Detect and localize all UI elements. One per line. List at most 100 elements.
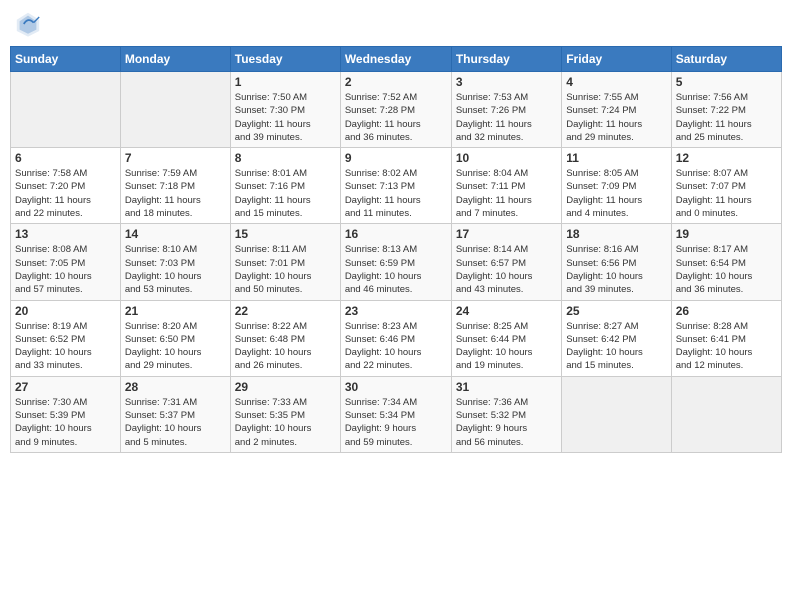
- calendar-cell: [120, 72, 230, 148]
- day-number: 23: [345, 304, 447, 318]
- day-detail: Sunrise: 7:59 AM Sunset: 7:18 PM Dayligh…: [125, 167, 226, 220]
- calendar-cell: 22 Sunrise: 8:22 AM Sunset: 6:48 PM Dayli…: [230, 300, 340, 376]
- day-detail: Sunrise: 8:25 AM Sunset: 6:44 PM Dayligh…: [456, 320, 557, 373]
- week-row-2: 6 Sunrise: 7:58 AM Sunset: 7:20 PM Daylig…: [11, 148, 782, 224]
- day-number: 31: [456, 380, 557, 394]
- calendar-cell: 27 Sunrise: 7:30 AM Sunset: 5:39 PM Dayli…: [11, 376, 121, 452]
- weekday-header-row: SundayMondayTuesdayWednesdayThursdayFrid…: [11, 47, 782, 72]
- day-detail: Sunrise: 8:10 AM Sunset: 7:03 PM Dayligh…: [125, 243, 226, 296]
- calendar-table: SundayMondayTuesdayWednesdayThursdayFrid…: [10, 46, 782, 453]
- day-number: 4: [566, 75, 666, 89]
- day-detail: Sunrise: 8:08 AM Sunset: 7:05 PM Dayligh…: [15, 243, 116, 296]
- day-number: 10: [456, 151, 557, 165]
- day-number: 11: [566, 151, 666, 165]
- calendar-cell: [671, 376, 781, 452]
- day-number: 3: [456, 75, 557, 89]
- day-detail: Sunrise: 7:52 AM Sunset: 7:28 PM Dayligh…: [345, 91, 447, 144]
- calendar-cell: 1 Sunrise: 7:50 AM Sunset: 7:30 PM Daylig…: [230, 72, 340, 148]
- day-number: 14: [125, 227, 226, 241]
- day-detail: Sunrise: 8:07 AM Sunset: 7:07 PM Dayligh…: [676, 167, 777, 220]
- day-detail: Sunrise: 8:05 AM Sunset: 7:09 PM Dayligh…: [566, 167, 666, 220]
- calendar-cell: 18 Sunrise: 8:16 AM Sunset: 6:56 PM Dayli…: [562, 224, 671, 300]
- day-detail: Sunrise: 7:34 AM Sunset: 5:34 PM Dayligh…: [345, 396, 447, 449]
- day-detail: Sunrise: 7:30 AM Sunset: 5:39 PM Dayligh…: [15, 396, 116, 449]
- calendar-cell: 11 Sunrise: 8:05 AM Sunset: 7:09 PM Dayli…: [562, 148, 671, 224]
- day-number: 22: [235, 304, 336, 318]
- day-detail: Sunrise: 7:53 AM Sunset: 7:26 PM Dayligh…: [456, 91, 557, 144]
- day-number: 28: [125, 380, 226, 394]
- day-detail: Sunrise: 8:02 AM Sunset: 7:13 PM Dayligh…: [345, 167, 447, 220]
- calendar-cell: 12 Sunrise: 8:07 AM Sunset: 7:07 PM Dayli…: [671, 148, 781, 224]
- day-number: 7: [125, 151, 226, 165]
- calendar-cell: 5 Sunrise: 7:56 AM Sunset: 7:22 PM Daylig…: [671, 72, 781, 148]
- day-number: 18: [566, 227, 666, 241]
- day-number: 25: [566, 304, 666, 318]
- calendar-cell: 31 Sunrise: 7:36 AM Sunset: 5:32 PM Dayli…: [451, 376, 561, 452]
- day-number: 15: [235, 227, 336, 241]
- day-detail: Sunrise: 8:20 AM Sunset: 6:50 PM Dayligh…: [125, 320, 226, 373]
- day-detail: Sunrise: 7:58 AM Sunset: 7:20 PM Dayligh…: [15, 167, 116, 220]
- day-number: 8: [235, 151, 336, 165]
- calendar-cell: 2 Sunrise: 7:52 AM Sunset: 7:28 PM Daylig…: [340, 72, 451, 148]
- day-detail: Sunrise: 8:04 AM Sunset: 7:11 PM Dayligh…: [456, 167, 557, 220]
- weekday-header-monday: Monday: [120, 47, 230, 72]
- day-number: 27: [15, 380, 116, 394]
- weekday-header-thursday: Thursday: [451, 47, 561, 72]
- day-number: 29: [235, 380, 336, 394]
- logo-icon: [14, 10, 42, 38]
- calendar-cell: 10 Sunrise: 8:04 AM Sunset: 7:11 PM Dayli…: [451, 148, 561, 224]
- day-detail: Sunrise: 8:19 AM Sunset: 6:52 PM Dayligh…: [15, 320, 116, 373]
- calendar-cell: [11, 72, 121, 148]
- day-number: 17: [456, 227, 557, 241]
- day-number: 21: [125, 304, 226, 318]
- calendar-cell: 17 Sunrise: 8:14 AM Sunset: 6:57 PM Dayli…: [451, 224, 561, 300]
- day-detail: Sunrise: 7:55 AM Sunset: 7:24 PM Dayligh…: [566, 91, 666, 144]
- weekday-header-friday: Friday: [562, 47, 671, 72]
- calendar-cell: 7 Sunrise: 7:59 AM Sunset: 7:18 PM Daylig…: [120, 148, 230, 224]
- calendar-cell: 14 Sunrise: 8:10 AM Sunset: 7:03 PM Dayli…: [120, 224, 230, 300]
- week-row-5: 27 Sunrise: 7:30 AM Sunset: 5:39 PM Dayli…: [11, 376, 782, 452]
- day-number: 19: [676, 227, 777, 241]
- calendar-cell: 8 Sunrise: 8:01 AM Sunset: 7:16 PM Daylig…: [230, 148, 340, 224]
- calendar-cell: 23 Sunrise: 8:23 AM Sunset: 6:46 PM Dayli…: [340, 300, 451, 376]
- calendar-cell: 28Sunrise: 7:31 AM Sunset: 5:37 PM Dayli…: [120, 376, 230, 452]
- day-number: 20: [15, 304, 116, 318]
- weekday-header-tuesday: Tuesday: [230, 47, 340, 72]
- day-number: 2: [345, 75, 447, 89]
- day-detail: Sunrise: 8:17 AM Sunset: 6:54 PM Dayligh…: [676, 243, 777, 296]
- week-row-4: 20 Sunrise: 8:19 AM Sunset: 6:52 PM Dayli…: [11, 300, 782, 376]
- day-number: 24: [456, 304, 557, 318]
- page-header: [10, 10, 782, 38]
- day-number: 1: [235, 75, 336, 89]
- day-detail: Sunrise: 8:16 AM Sunset: 6:56 PM Dayligh…: [566, 243, 666, 296]
- logo: [14, 10, 46, 38]
- day-detail: Sunrise: 8:13 AM Sunset: 6:59 PM Dayligh…: [345, 243, 447, 296]
- day-detail: Sunrise: 8:27 AM Sunset: 6:42 PM Dayligh…: [566, 320, 666, 373]
- calendar-cell: 24 Sunrise: 8:25 AM Sunset: 6:44 PM Dayli…: [451, 300, 561, 376]
- day-detail: Sunrise: 8:23 AM Sunset: 6:46 PM Dayligh…: [345, 320, 447, 373]
- calendar-cell: 25 Sunrise: 8:27 AM Sunset: 6:42 PM Dayli…: [562, 300, 671, 376]
- week-row-3: 13Sunrise: 8:08 AM Sunset: 7:05 PM Dayli…: [11, 224, 782, 300]
- day-detail: Sunrise: 8:28 AM Sunset: 6:41 PM Dayligh…: [676, 320, 777, 373]
- calendar-cell: 26Sunrise: 8:28 AM Sunset: 6:41 PM Dayli…: [671, 300, 781, 376]
- day-detail: Sunrise: 8:14 AM Sunset: 6:57 PM Dayligh…: [456, 243, 557, 296]
- day-number: 12: [676, 151, 777, 165]
- calendar-cell: 9 Sunrise: 8:02 AM Sunset: 7:13 PM Daylig…: [340, 148, 451, 224]
- weekday-header-saturday: Saturday: [671, 47, 781, 72]
- calendar-cell: 6 Sunrise: 7:58 AM Sunset: 7:20 PM Daylig…: [11, 148, 121, 224]
- day-detail: Sunrise: 7:50 AM Sunset: 7:30 PM Dayligh…: [235, 91, 336, 144]
- day-number: 6: [15, 151, 116, 165]
- day-number: 9: [345, 151, 447, 165]
- day-detail: Sunrise: 7:36 AM Sunset: 5:32 PM Dayligh…: [456, 396, 557, 449]
- day-detail: Sunrise: 8:22 AM Sunset: 6:48 PM Dayligh…: [235, 320, 336, 373]
- day-detail: Sunrise: 7:56 AM Sunset: 7:22 PM Dayligh…: [676, 91, 777, 144]
- calendar-cell: 29 Sunrise: 7:33 AM Sunset: 5:35 PM Dayli…: [230, 376, 340, 452]
- day-detail: Sunrise: 7:33 AM Sunset: 5:35 PM Dayligh…: [235, 396, 336, 449]
- weekday-header-sunday: Sunday: [11, 47, 121, 72]
- day-detail: Sunrise: 8:01 AM Sunset: 7:16 PM Dayligh…: [235, 167, 336, 220]
- week-row-1: 1 Sunrise: 7:50 AM Sunset: 7:30 PM Daylig…: [11, 72, 782, 148]
- calendar-cell: 16Sunrise: 8:13 AM Sunset: 6:59 PM Dayli…: [340, 224, 451, 300]
- day-number: 30: [345, 380, 447, 394]
- day-number: 5: [676, 75, 777, 89]
- calendar-cell: 4 Sunrise: 7:55 AM Sunset: 7:24 PM Daylig…: [562, 72, 671, 148]
